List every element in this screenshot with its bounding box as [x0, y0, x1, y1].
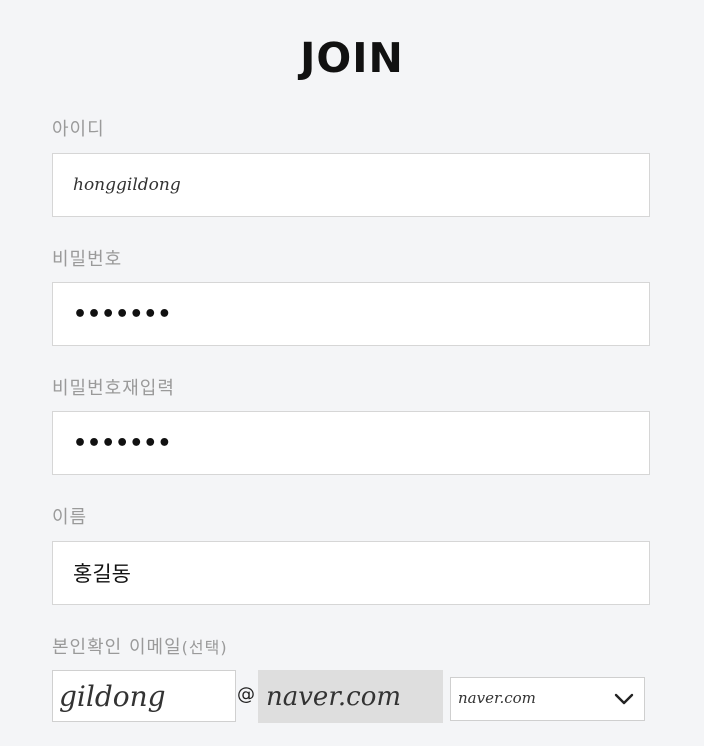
email-domain-select-value: naver.com: [458, 689, 536, 707]
email-domain-field[interactable]: [258, 670, 443, 723]
password-label: 비밀번호: [52, 249, 123, 270]
password-input[interactable]: [53, 283, 649, 345]
userid-label: 아이디: [52, 119, 105, 140]
email-domain-select[interactable]: naver.com: [450, 677, 645, 721]
password-confirm-input[interactable]: [53, 412, 649, 474]
chevron-down-icon: [614, 693, 634, 705]
page-title: JOIN: [300, 34, 404, 82]
name-field[interactable]: [52, 541, 650, 605]
password-confirm-label: 비밀번호재입력: [52, 378, 175, 399]
email-domain-input[interactable]: [258, 670, 443, 723]
email-at-symbol: @: [237, 684, 255, 705]
password-field[interactable]: [52, 282, 650, 346]
email-id-field[interactable]: [52, 670, 236, 722]
userid-input[interactable]: [53, 154, 649, 216]
userid-field[interactable]: [52, 153, 650, 217]
password-confirm-field[interactable]: [52, 411, 650, 475]
name-input[interactable]: [53, 542, 649, 604]
name-label: 이름: [52, 507, 88, 528]
email-id-input[interactable]: [53, 671, 235, 721]
email-label: 본인확인 이메일(선택): [52, 633, 228, 659]
email-label-text: 본인확인 이메일: [52, 637, 182, 658]
email-label-optional: (선택): [181, 638, 228, 657]
